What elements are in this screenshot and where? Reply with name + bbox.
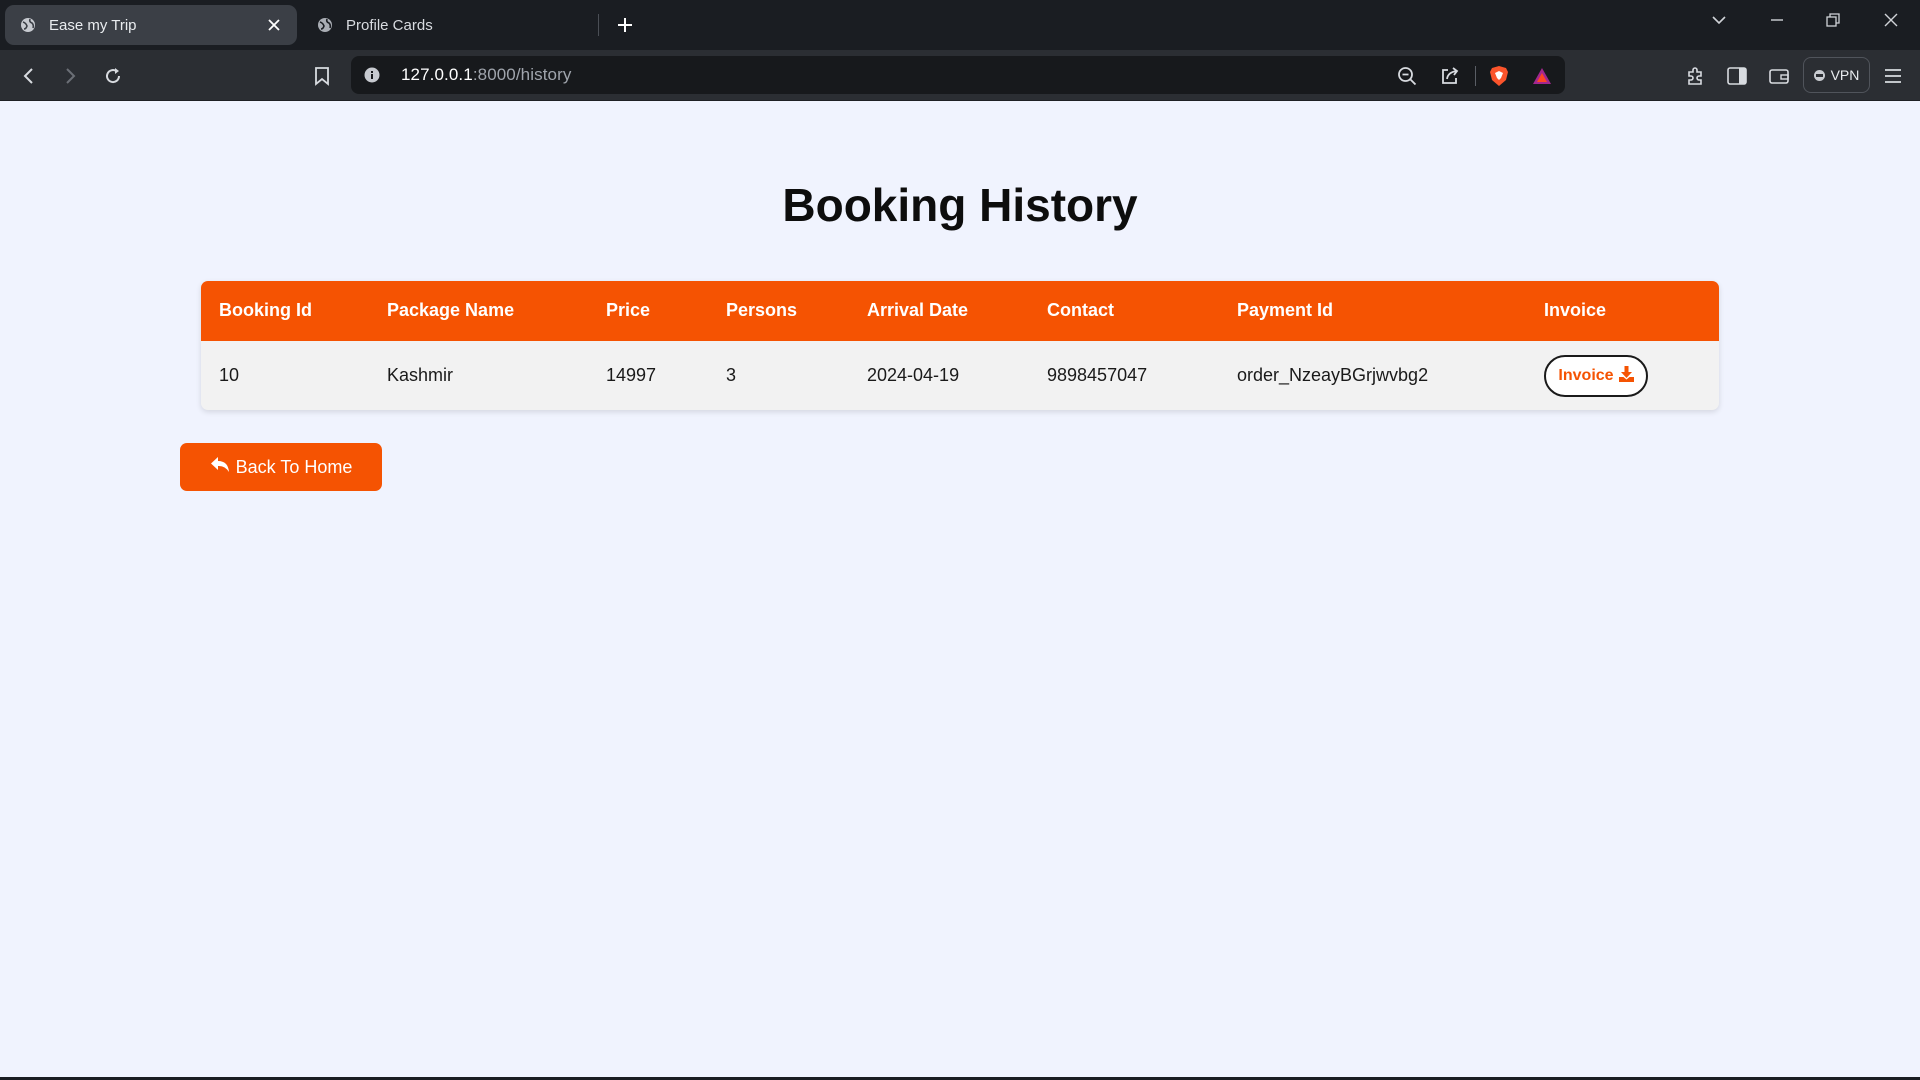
globe-icon: [316, 16, 334, 34]
info-icon[interactable]: [363, 66, 381, 84]
back-to-home-button[interactable]: Back To Home: [180, 443, 382, 491]
cell-booking-id: 10: [219, 365, 240, 385]
cell-contact: 9898457047: [1047, 365, 1148, 385]
url-text: 127.0.0.1:8000/history: [401, 65, 571, 85]
cell-persons: 3: [726, 365, 737, 385]
invoice-label: Invoice: [1558, 367, 1614, 384]
url-path: :8000/history: [472, 65, 572, 84]
chevron-down-icon[interactable]: [1699, 5, 1739, 35]
vpn-label: VPN: [1830, 67, 1860, 83]
vpn-button[interactable]: VPN: [1803, 57, 1870, 93]
reload-icon[interactable]: [99, 62, 127, 90]
header-contact: Contact: [1047, 300, 1114, 320]
tab-profile-cards[interactable]: Profile Cards: [302, 5, 592, 45]
cell-price: 14997: [606, 365, 657, 385]
menu-icon[interactable]: [1879, 62, 1907, 90]
header-package-name: Package Name: [387, 300, 515, 320]
bookmark-icon[interactable]: [308, 62, 336, 90]
reply-icon: [210, 456, 230, 478]
back-arrow-icon[interactable]: [15, 62, 43, 90]
back-to-home-label: Back To Home: [235, 456, 353, 477]
plus-icon[interactable]: [612, 12, 638, 38]
cell-arrival-date: 2024-04-19: [867, 365, 960, 385]
browser-toolbar: 127.0.0.1:8000/history VPN: [0, 50, 1920, 101]
tab-ease-my-trip[interactable]: Ease my Trip: [5, 5, 297, 45]
table-header: Booking Id Package Name Price Persons Ar…: [201, 281, 1719, 341]
close-icon[interactable]: [265, 16, 283, 34]
sidebar-icon[interactable]: [1723, 62, 1751, 90]
tab-title: Ease my Trip: [49, 16, 137, 34]
header-payment-id: Payment Id: [1237, 300, 1334, 320]
forward-arrow-icon[interactable]: [56, 62, 84, 90]
cell-payment-id: order_NzeayBGrjwvbg2: [1237, 365, 1429, 385]
zoom-out-icon[interactable]: [1396, 65, 1418, 87]
minimize-icon[interactable]: [1757, 5, 1797, 35]
browser-titlebar: Ease my Trip Profile Cards: [0, 0, 1920, 50]
header-booking-id: Booking Id: [219, 300, 312, 320]
brave-rewards-icon[interactable]: [1531, 65, 1553, 87]
header-arrival-date: Arrival Date: [867, 300, 969, 320]
tab-divider: [598, 14, 599, 36]
tab-title: Profile Cards: [346, 16, 433, 34]
restore-icon[interactable]: [1813, 5, 1853, 35]
download-icon: [1618, 365, 1634, 387]
window-close-icon[interactable]: [1871, 5, 1911, 35]
vpn-status-icon: [1813, 69, 1825, 81]
page-title: Booking History: [782, 179, 1138, 231]
address-bar[interactable]: 127.0.0.1:8000/history: [351, 56, 1565, 94]
header-invoice: Invoice: [1544, 300, 1607, 320]
brave-shield-icon[interactable]: [1488, 65, 1510, 87]
header-price: Price: [606, 300, 651, 320]
globe-icon: [19, 16, 37, 34]
invoice-download-button[interactable]: Invoice: [1544, 355, 1648, 397]
header-persons: Persons: [726, 300, 798, 320]
wallet-icon[interactable]: [1765, 62, 1793, 90]
booking-history-table: Booking Id Package Name Price Persons Ar…: [201, 281, 1719, 410]
url-host: 127.0.0.1: [401, 65, 473, 84]
share-icon[interactable]: [1439, 65, 1461, 87]
extensions-icon[interactable]: [1681, 62, 1709, 90]
url-divider: [1475, 66, 1476, 86]
cell-package-name: Kashmir: [387, 365, 454, 385]
